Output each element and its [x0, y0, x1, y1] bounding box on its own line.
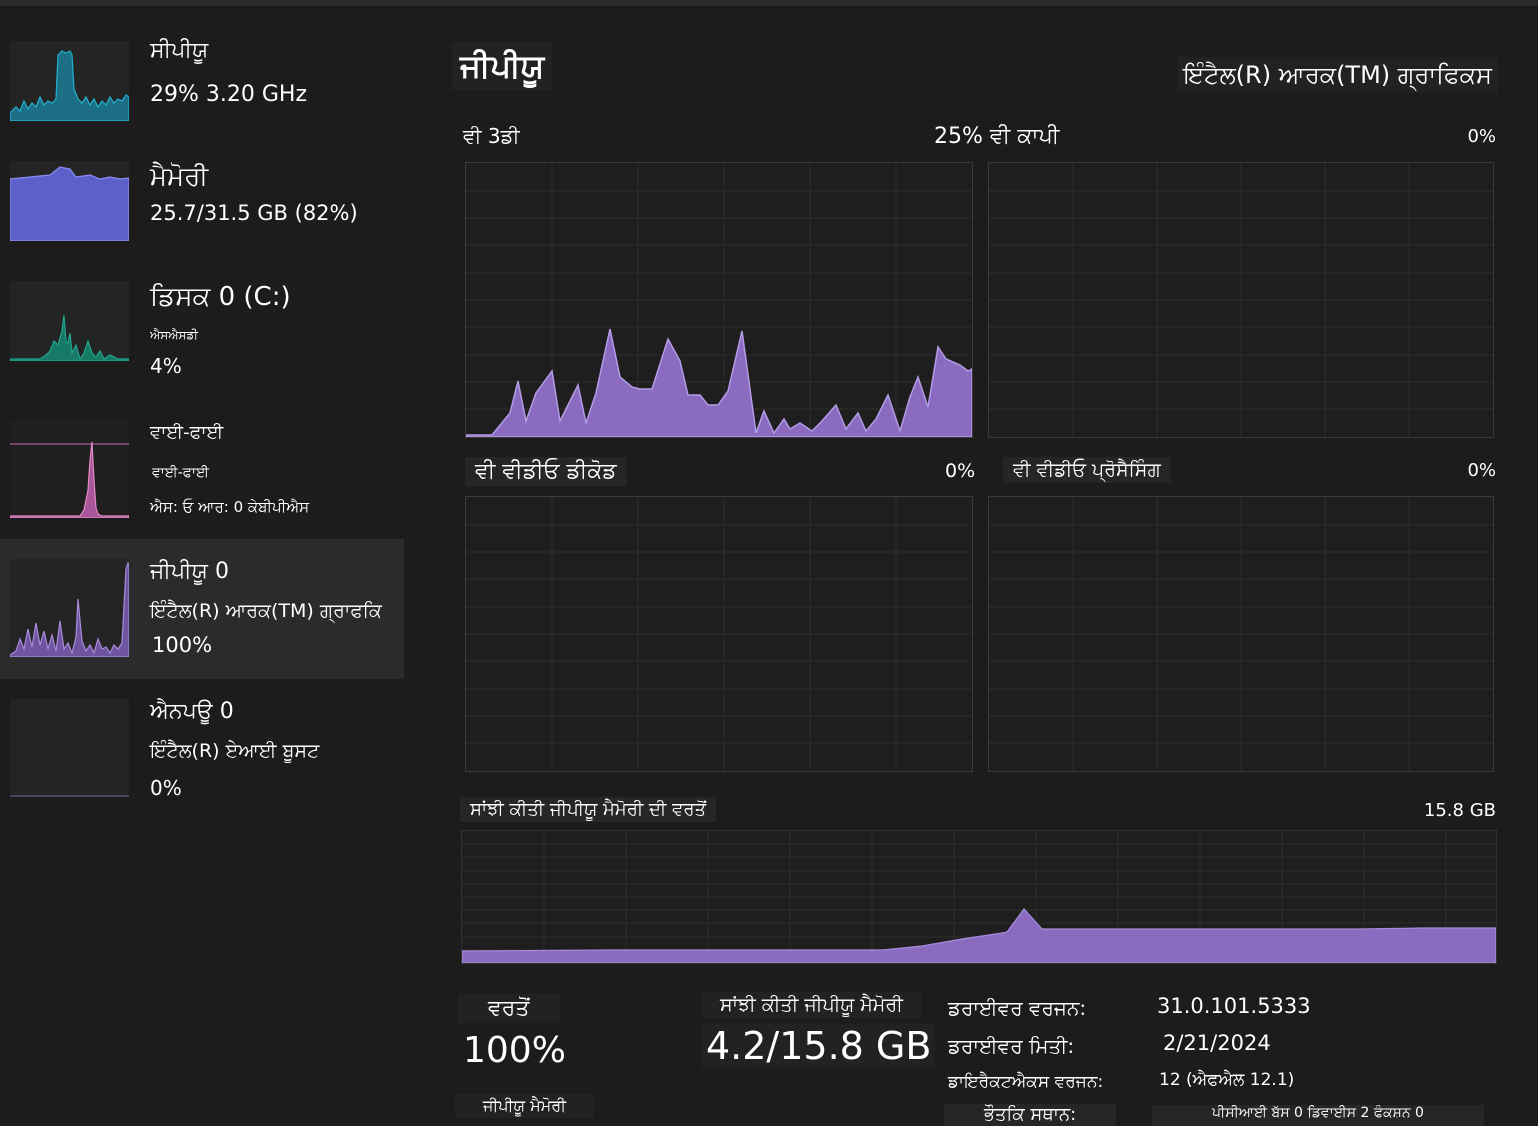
graph-shared-memory: [461, 830, 1497, 964]
gpu-title: ਜੀਪੀਯੂ 0: [150, 559, 229, 584]
shared-memory-value: 4.2/15.8 GB: [702, 1024, 936, 1068]
npu-value: 0%: [150, 776, 182, 800]
cpu-thumbnail-graph: [10, 41, 129, 121]
graph-shared-memory-label: ਸਾਂਝੀ ਕੀਤੀ ਜੀਪੀਯੂ ਮੈਮੋਰੀ ਦੀ ਵਰਤੋਂ: [460, 797, 717, 822]
graph-processing-label: ਵੀ ਵੀਡੀਓ ਪ੍ਰੋਸੈਸਿੰਗ: [1003, 457, 1171, 483]
graph-3d: [465, 162, 973, 438]
sidebar-item-gpu[interactable]: ਜੀਪੀਯੂ 0 ਇੰਟੈਲ(R) ਆਰਕ(TM) ਗ੍ਰਾਫਕਿ 100%: [0, 539, 404, 679]
usage-label: ਵਰਤੋਂ: [458, 994, 560, 1023]
directx-label: ਡਾਇਰੈਕਟਐਕਸ ਵਰਜਨ:: [948, 1072, 1104, 1092]
disk-thumbnail-graph: [10, 281, 129, 361]
npu-title: ਐਨਪਊ 0: [150, 699, 234, 724]
driver-version-value: 31.0.101.5333: [1157, 994, 1311, 1018]
driver-date-value: 2/21/2024: [1163, 1031, 1271, 1055]
sidebar-item-disk[interactable]: ਡਿਸਕ 0 (C:) ਐਸਐਸਡੀ 4%: [0, 266, 404, 398]
wifi-title: ਵਾਈ-ਫਾਈ: [150, 422, 224, 443]
gpu-device: ਇੰਟੈਲ(R) ਆਰਕ(TM) ਗ੍ਰਾਫਕਿ: [150, 600, 382, 622]
graph-copy-label: ਵੀ ਕਾਪੀ: [989, 124, 1060, 149]
window-top-border: [0, 0, 1538, 6]
graph-video-processing: [988, 496, 1494, 772]
cpu-title: ਸੀਪੀਯੂ: [150, 38, 209, 63]
usage-value: 100%: [463, 1030, 566, 1071]
wifi-thumbnail-graph: [10, 420, 129, 518]
graph-processing-value: 0%: [1467, 460, 1496, 481]
gpu-thumbnail-graph: [10, 559, 129, 657]
wifi-sub: ਵਾਈ-ਫਾਈ: [152, 465, 209, 481]
cpu-value: 29% 3.20 GHz: [150, 82, 308, 107]
graph-video-decode: [465, 496, 973, 772]
device-name: ਇੰਟੈਲ(R) ਆਰਕ(TM) ਗ੍ਰਾਫਿਕਸ: [1177, 57, 1498, 93]
graph-copy-value: 0%: [1467, 126, 1496, 147]
graph-copy: [988, 162, 1494, 438]
graph-decode-value: 0%: [945, 460, 976, 482]
directx-value: 12 (ਐਫਐਲ 12.1): [1159, 1070, 1295, 1090]
memory-title: ਮੈਮੋਰੀ: [150, 162, 209, 192]
npu-thumbnail-graph: [10, 699, 129, 797]
sidebar-item-cpu[interactable]: ਸੀਪੀਯੂ 29% 3.20 GHz: [0, 26, 404, 158]
wifi-value: ਐਸ: ਓ ਆਰ: 0 ਕੇਬੀਪੀਐਸ: [150, 498, 310, 516]
sidebar-item-npu[interactable]: ਐਨਪਊ 0 ਇੰਟੈਲ(R) ਏਆਈ ਬੂਸਟ 0%: [0, 684, 404, 816]
physical-location-value: ਪੀਸੀਆਈ ਬੱਸ 0 ਡਿਵਾਈਸ 2 ਫੰਕਸ਼ਨ 0: [1152, 1105, 1484, 1126]
shared-memory-label: ਸਾਂਝੀ ਕੀਤੀ ਜੀਪੀਯੂ ਮੈਮੋਰੀ: [702, 992, 921, 1018]
sidebar-item-memory[interactable]: ਮੈਮੋਰੀ 25.7/31.5 GB (82%): [0, 146, 404, 278]
graph-decode-label: ਵੀ ਵੀਡੀਓ ਡੀਕੋਡ: [465, 457, 627, 486]
sidebar-item-wifi[interactable]: ਵਾਈ-ਫਾਈ ਵਾਈ-ਫਾਈ ਐਸ: ਓ ਆਰ: 0 ਕੇਬੀਪੀਐਸ: [0, 404, 404, 536]
disk-type: ਐਸਐਸਡੀ: [150, 328, 198, 342]
memory-value: 25.7/31.5 GB (82%): [150, 201, 358, 225]
graph-3d-value: 25% ਵੀ ਕਾਪੀ: [934, 124, 1060, 149]
physical-location-label: ਭੌਤਕਿ ਸਥਾਨ:: [944, 1104, 1117, 1126]
npu-device: ਇੰਟੈਲ(R) ਏਆਈ ਬੂਸਟ: [150, 740, 320, 762]
disk-value: 4%: [150, 354, 182, 378]
gpu-value: 100%: [152, 633, 213, 657]
driver-date-label: ਡਰਾਈਵਰ ਮਿਤੀ:: [948, 1034, 1075, 1058]
driver-version-label: ਡਰਾਈਵਰ ਵਰਜਨ:: [948, 996, 1087, 1020]
graph-shared-memory-max: 15.8 GB: [1423, 800, 1496, 821]
gpu-memory-label: ਜੀਪੀਯੂ ਮੈਮੋਰੀ: [455, 1094, 595, 1118]
memory-thumbnail-graph: [10, 161, 129, 241]
disk-title: ਡਿਸਕ 0 (C:): [150, 282, 291, 312]
page-title: ਜੀਪੀਯੂ: [452, 42, 553, 90]
graph-3d-label: ਵੀ 3ਡੀ: [463, 124, 520, 148]
